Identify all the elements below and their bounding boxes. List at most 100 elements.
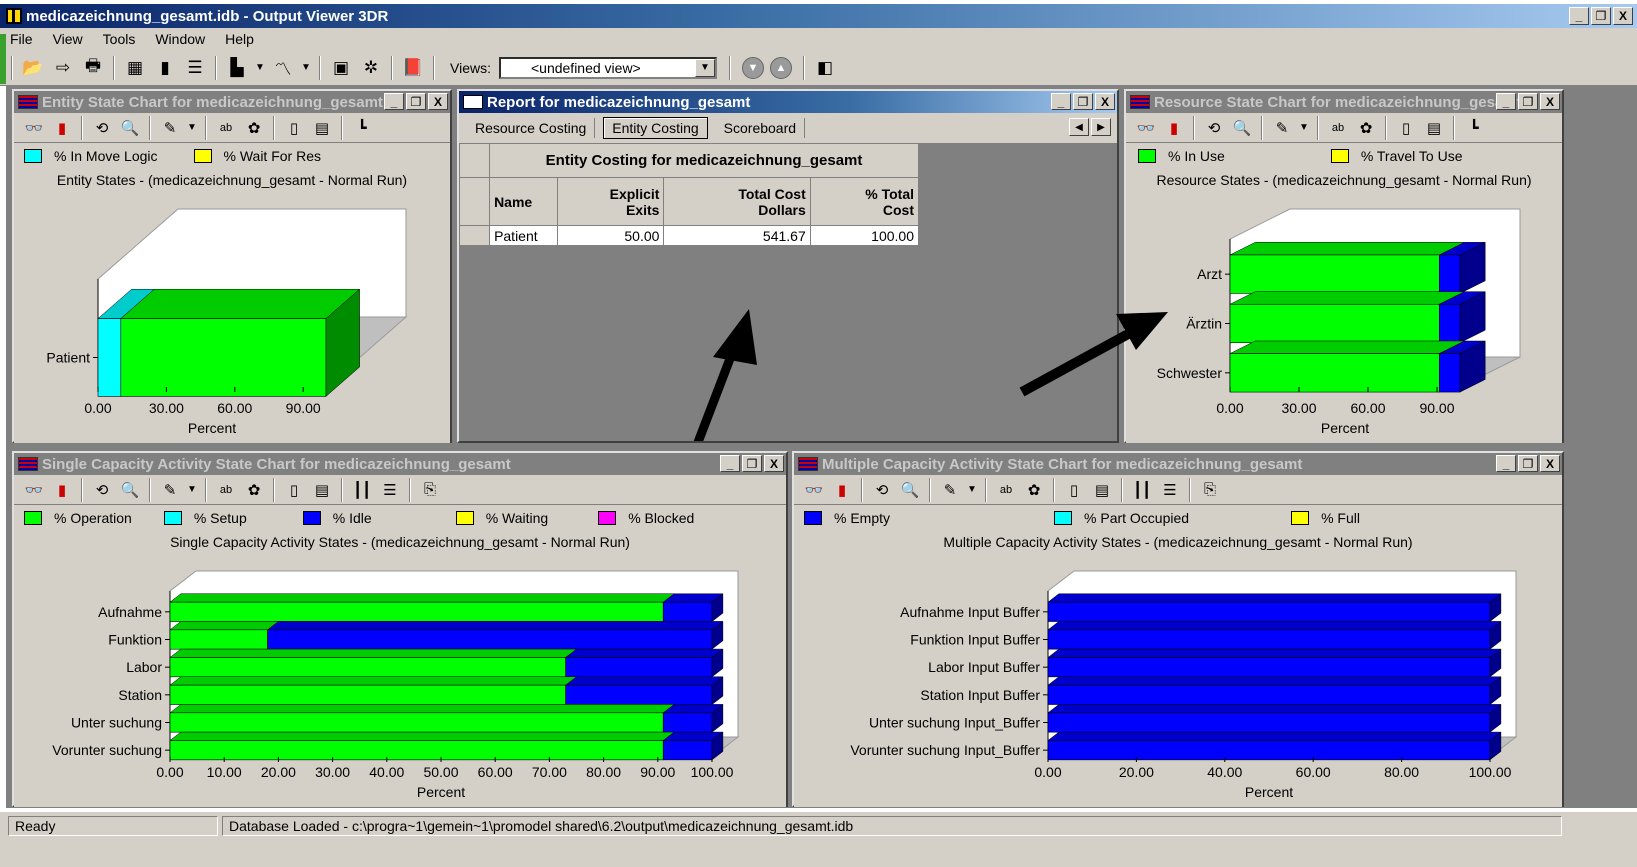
views-dropdown[interactable]: <undefined view> ▼ (498, 56, 717, 79)
chevron-down-icon[interactable]: ▼ (1298, 116, 1310, 140)
percent-icon[interactable]: ▯ (282, 478, 306, 502)
menu-file[interactable]: File (0, 31, 43, 47)
minimize-button[interactable]: _ (1496, 455, 1516, 472)
open-folder-icon[interactable]: 📂 (20, 56, 46, 80)
palette-icon[interactable]: ✿ (242, 116, 266, 140)
multiple-capacity-chart-window[interactable]: Multiple Capacity Activity State Chart f… (792, 451, 1564, 807)
chevron-down-icon[interactable]: ▼ (300, 56, 312, 80)
paint-icon[interactable]: ✎ (158, 478, 182, 502)
chevron-down-icon[interactable]: ▼ (254, 56, 266, 80)
resource-state-chart-window[interactable]: Resource State Chart for medicazeichnung… (1124, 89, 1564, 443)
cylinder-icon[interactable]: ▮ (50, 478, 74, 502)
menu-window[interactable]: Window (145, 31, 215, 47)
window-titlebar[interactable]: Resource State Chart for medicazeichnung… (1126, 91, 1562, 113)
window-titlebar[interactable]: Report for medicazeichnung_gesamt _ ❐ X (459, 91, 1117, 113)
expand-view-icon[interactable]: ▲ (769, 56, 792, 79)
table-icon[interactable]: ▦ (122, 56, 148, 80)
gridlines-icon[interactable]: ┗ (1462, 116, 1486, 140)
book-icon[interactable]: 📕 (400, 56, 426, 80)
rotate-icon[interactable]: ⟲ (870, 478, 894, 502)
palette-icon[interactable]: ✿ (242, 478, 266, 502)
horizontal-grid-icon[interactable]: ☰ (378, 478, 402, 502)
minimize-button[interactable]: _ (720, 455, 740, 472)
zoom-icon[interactable]: 🔍 (898, 478, 922, 502)
binoculars-icon[interactable]: 👓 (1134, 116, 1158, 140)
table-row[interactable]: Patient 50.00 541.67 100.00 (458, 225, 920, 246)
print-icon[interactable]: 🖶 (80, 56, 106, 80)
binoculars-icon[interactable]: 👓 (22, 116, 46, 140)
maximize-button[interactable]: ❐ (1518, 93, 1538, 110)
chevron-down-icon[interactable]: ▼ (186, 116, 198, 140)
gridlines-icon[interactable]: ┗ (350, 116, 374, 140)
chevron-down-icon[interactable]: ▼ (186, 478, 198, 502)
column-header[interactable]: Name (489, 177, 559, 226)
rotate-icon[interactable]: ⟲ (90, 478, 114, 502)
tab-entity-costing[interactable]: Entity Costing (603, 117, 708, 139)
minimize-button[interactable]: _ (1051, 93, 1071, 110)
minimize-button[interactable]: _ (1496, 93, 1516, 110)
percent-icon[interactable]: ▯ (1394, 116, 1418, 140)
zoom-icon[interactable]: 🔍 (118, 478, 142, 502)
forward-icon[interactable]: ⇨ (50, 56, 76, 80)
entity-state-chart-window[interactable]: Entity State Chart for medicazeichnung_g… (12, 89, 452, 443)
maximize-button[interactable]: ❐ (1518, 455, 1538, 472)
label-icon[interactable]: ab (1326, 116, 1350, 140)
minimize-button[interactable]: _ (384, 93, 404, 110)
copy-icon[interactable]: ⎘ (1198, 478, 1222, 502)
close-button[interactable]: X (428, 93, 448, 110)
horizontal-grid-icon[interactable]: ☰ (1158, 478, 1182, 502)
menu-help[interactable]: Help (215, 31, 264, 47)
exit-icon[interactable]: ◧ (812, 56, 838, 80)
zoom-icon[interactable]: 🔍 (118, 116, 142, 140)
palette-icon[interactable]: ✿ (1354, 116, 1378, 140)
vertical-grid-icon[interactable]: ┃┃ (1130, 478, 1154, 502)
column-header[interactable]: Explicit Exits (557, 177, 665, 226)
rotate-icon[interactable]: ⟲ (90, 116, 114, 140)
window-titlebar[interactable]: Entity State Chart for medicazeichnung_g… (14, 91, 450, 113)
chevron-down-icon[interactable]: ▼ (966, 478, 978, 502)
window-titlebar[interactable]: Single Capacity Activity State Chart for… (14, 453, 786, 475)
copy-icon[interactable]: ⎘ (418, 478, 442, 502)
close-button[interactable]: X (1613, 7, 1633, 25)
menu-tools[interactable]: Tools (93, 31, 146, 47)
close-button[interactable]: X (1540, 93, 1560, 110)
line-chart-icon[interactable]: 〽 (270, 56, 296, 80)
zoom-icon[interactable]: 🔍 (1230, 116, 1254, 140)
paint-icon[interactable]: ✎ (1270, 116, 1294, 140)
settings-icon[interactable]: ✲ (358, 56, 384, 80)
report-icon[interactable]: ▤ (1090, 478, 1114, 502)
binoculars-icon[interactable]: 👓 (802, 478, 826, 502)
close-button[interactable]: X (764, 455, 784, 472)
collapse-view-icon[interactable]: ▼ (741, 56, 764, 79)
report-icon[interactable]: ▤ (1422, 116, 1446, 140)
label-icon[interactable]: ab (994, 478, 1018, 502)
vertical-grid-icon[interactable]: ┃┃ (350, 478, 374, 502)
column-header[interactable]: Total Cost Dollars (663, 177, 811, 226)
cylinder-icon[interactable]: ▮ (1162, 116, 1186, 140)
close-button[interactable]: X (1540, 455, 1560, 472)
column-header[interactable]: % Total Cost (809, 177, 920, 226)
label-icon[interactable]: ab (214, 478, 238, 502)
tab-resource-costing[interactable]: Resource Costing (467, 118, 596, 138)
binoculars-icon[interactable]: 👓 (22, 478, 46, 502)
report-icon[interactable]: ▤ (310, 478, 334, 502)
histogram-icon[interactable]: ▙ (224, 56, 250, 80)
cylinder-icon[interactable]: ▮ (830, 478, 854, 502)
palette-icon[interactable]: ✿ (1022, 478, 1046, 502)
window-titlebar[interactable]: Multiple Capacity Activity State Chart f… (794, 453, 1562, 475)
maximize-button[interactable]: ❐ (1073, 93, 1093, 110)
report-icon[interactable]: ▤ (310, 116, 334, 140)
chevron-down-icon[interactable]: ▼ (694, 58, 715, 77)
paint-icon[interactable]: ✎ (158, 116, 182, 140)
minimize-button[interactable]: _ (1569, 7, 1589, 25)
close-button[interactable]: X (1095, 93, 1115, 110)
percent-icon[interactable]: ▯ (1062, 478, 1086, 502)
maximize-button[interactable]: ❐ (742, 455, 762, 472)
tab-scroll-right-icon[interactable]: ▶ (1091, 118, 1111, 136)
single-capacity-chart-window[interactable]: Single Capacity Activity State Chart for… (12, 451, 788, 807)
report-window[interactable]: Report for medicazeichnung_gesamt _ ❐ X … (457, 89, 1119, 443)
bar-chart-icon[interactable]: ▮ (152, 56, 178, 80)
cylinder-icon[interactable]: ▮ (50, 116, 74, 140)
tab-scoreboard[interactable]: Scoreboard (716, 118, 806, 138)
percent-icon[interactable]: ▯ (282, 116, 306, 140)
